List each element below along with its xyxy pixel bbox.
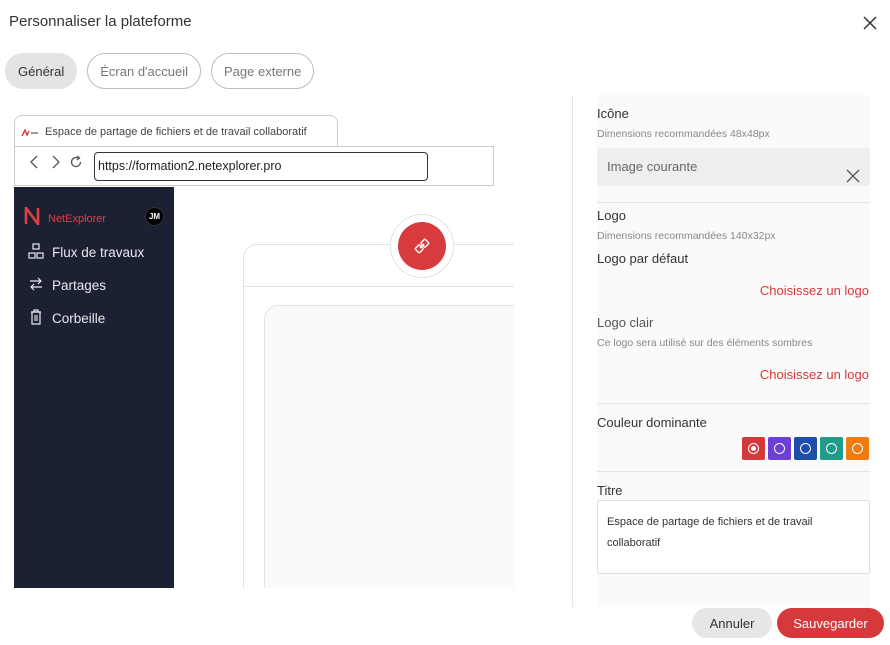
dominant-color-label: Couleur dominante [597, 415, 707, 430]
tab-home-screen[interactable]: Écran d'accueil [87, 53, 201, 89]
color-swatch-orange[interactable] [846, 437, 869, 460]
panel-divider [572, 95, 573, 607]
cancel-button[interactable]: Annuler [692, 608, 772, 638]
current-icon-value: Image courante [607, 159, 698, 174]
app-logo: NetExplorer [24, 204, 107, 230]
trash-icon [28, 309, 44, 328]
browser-toolbar: https://formation2.netexplorer.pro [14, 146, 494, 186]
icon-section-hint: Dimensions recommandées 48x48px [597, 128, 770, 140]
app-name: NetExplorer [48, 212, 107, 225]
reload-icon [69, 155, 83, 169]
share-arrows-icon [28, 276, 44, 295]
workflow-icon [28, 243, 44, 262]
tab-general[interactable]: Général [5, 53, 78, 89]
dialog-title: Personnaliser la plateforme [9, 13, 192, 30]
color-swatches [742, 437, 869, 460]
choose-default-logo-link[interactable]: Choisissez un logo [760, 283, 869, 298]
sidebar-item-workflows: Flux de travaux [28, 243, 144, 262]
logo-section-hint: Dimensions recommandées 140x32px [597, 230, 776, 242]
browser-tab-title: Espace de partage de fichiers et de trav… [45, 125, 307, 138]
sidebar-item-label: Corbeille [52, 311, 106, 326]
title-section-label: Titre [597, 483, 623, 498]
color-swatch-teal[interactable] [820, 437, 843, 460]
settings-panel: Icône Dimensions recommandées 48x48px Im… [597, 95, 870, 607]
app-sidebar: NetExplorer JM Flux de travaux Partages … [14, 187, 174, 588]
close-icon[interactable] [860, 13, 880, 33]
tab-bar: Général Écran d'accueil Page externe [5, 53, 315, 89]
section-divider [597, 471, 870, 472]
light-logo-hint: Ce logo sera utilisé sur des éléments so… [597, 337, 813, 349]
light-logo-label: Logo clair [597, 315, 654, 330]
netexplorer-logo-icon [24, 204, 40, 230]
choose-light-logo-link[interactable]: Choisissez un logo [760, 367, 869, 382]
link-icon [398, 222, 446, 270]
clear-icon[interactable] [846, 160, 860, 183]
tab-external-page[interactable]: Page externe [211, 53, 315, 89]
url-field: https://formation2.netexplorer.pro [94, 152, 428, 181]
color-swatch-red[interactable] [742, 437, 765, 460]
platform-preview: Espace de partage de fichiers et de trav… [14, 115, 514, 588]
preview-card-divider [243, 286, 514, 287]
title-textarea[interactable]: Espace de partage de fichiers et de trav… [597, 500, 870, 574]
section-divider [597, 403, 870, 404]
section-divider [597, 202, 870, 203]
favicon-icon [21, 127, 39, 137]
preview-inner-card [264, 305, 514, 588]
sidebar-item-label: Flux de travaux [52, 245, 145, 260]
forward-arrow-icon [48, 155, 62, 169]
browser-tab: Espace de partage de fichiers et de trav… [14, 115, 338, 147]
logo-section-label: Logo [597, 208, 626, 223]
sidebar-item-trash: Corbeille [28, 309, 105, 328]
sidebar-item-label: Partages [52, 278, 107, 293]
color-swatch-blue[interactable] [794, 437, 817, 460]
sidebar-item-shares: Partages [28, 276, 106, 295]
save-button[interactable]: Sauvegarder [777, 608, 884, 638]
current-icon-field[interactable]: Image courante [597, 148, 870, 186]
color-swatch-purple[interactable] [768, 437, 791, 460]
default-logo-label: Logo par défaut [597, 251, 689, 266]
back-arrow-icon [28, 155, 42, 169]
avatar: JM [145, 207, 164, 226]
app-icon-badge [390, 214, 454, 278]
icon-section-label: Icône [597, 106, 629, 121]
app-main-area [174, 187, 514, 588]
